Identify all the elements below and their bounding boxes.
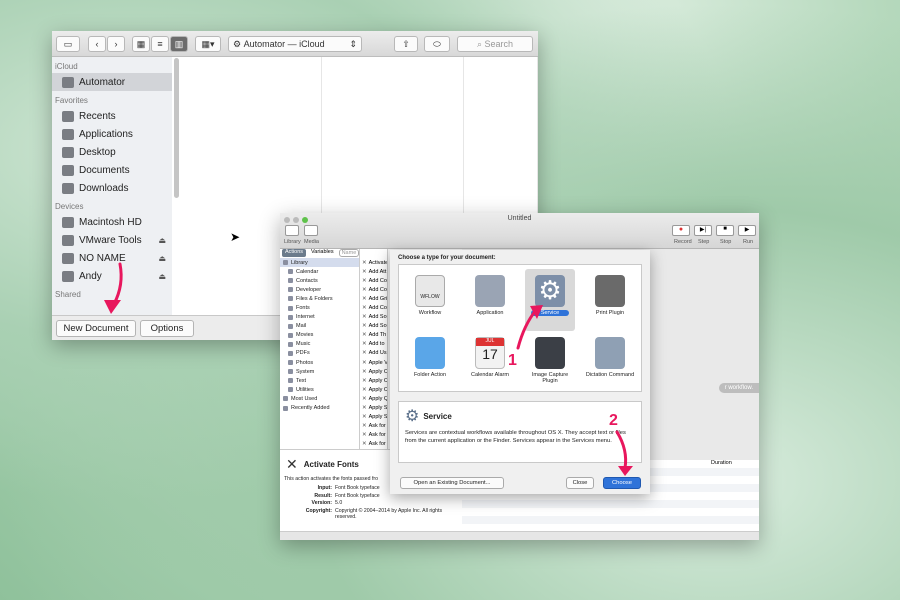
arrowhead-icon	[104, 300, 121, 314]
library-tabs: Actions Variables Name	[282, 249, 386, 257]
arrowhead-icon	[618, 466, 633, 476]
arrow-new-document	[112, 262, 123, 306]
annotation-number-1: 1	[508, 352, 517, 369]
tab-actions[interactable]: Actions	[282, 249, 307, 257]
annotation-number-2: 2	[609, 412, 618, 429]
library-search-input[interactable]: Name	[338, 249, 360, 257]
annotation-arrows	[104, 262, 633, 476]
arrow-1	[516, 308, 538, 350]
tab-variables[interactable]: Variables	[308, 249, 337, 257]
arrow-2	[615, 430, 628, 470]
